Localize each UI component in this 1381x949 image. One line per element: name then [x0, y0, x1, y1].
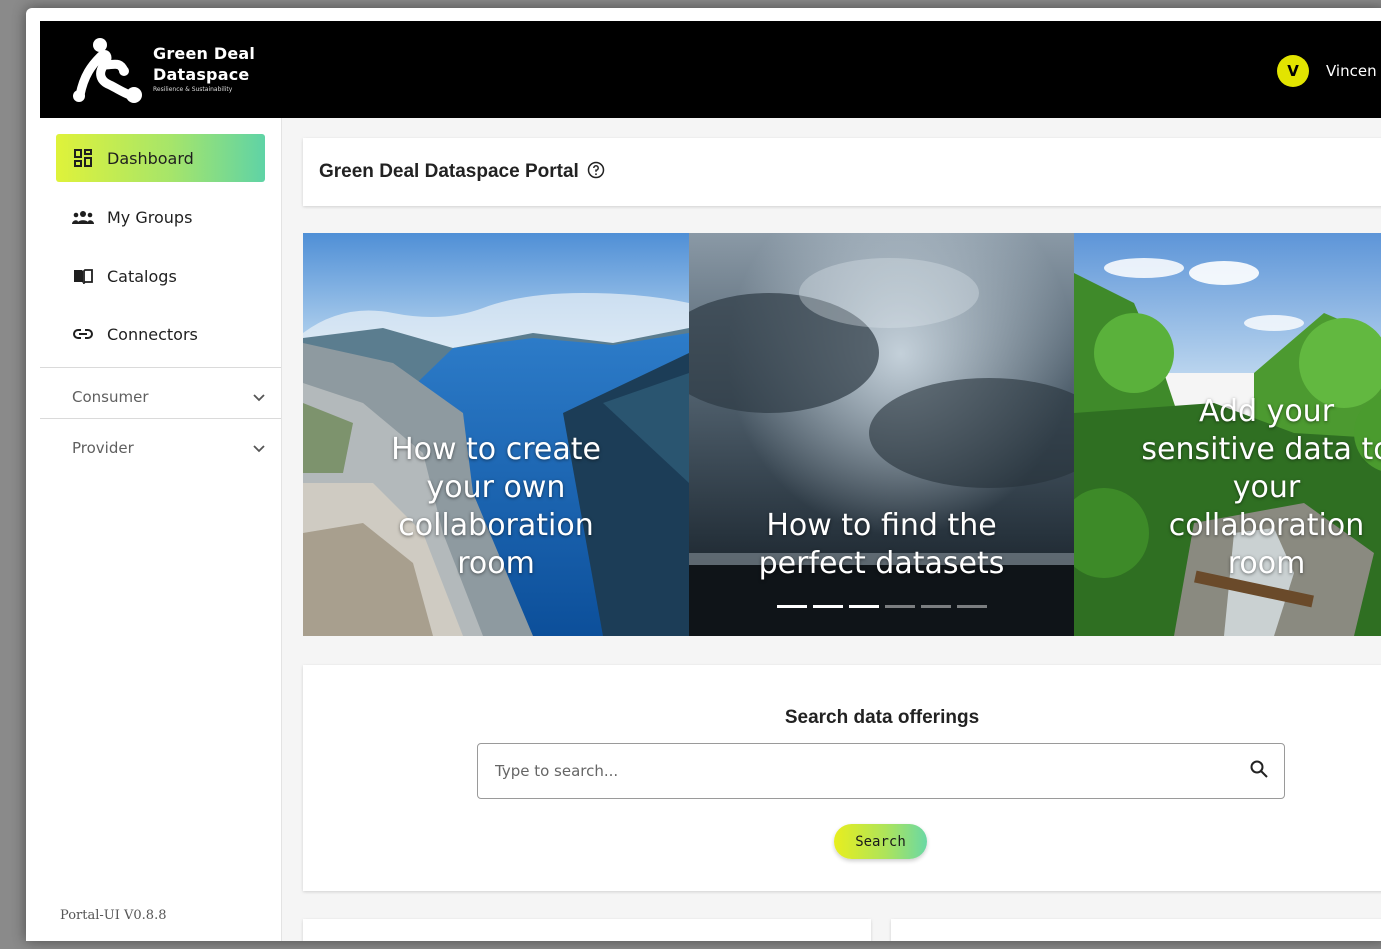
- avatar[interactable]: V: [1277, 55, 1309, 87]
- dashboard-icon: [72, 147, 94, 169]
- sidebar-section-consumer[interactable]: Consumer: [40, 373, 281, 421]
- caption-line: How to create: [391, 432, 601, 467]
- brand-tagline: Resilience & Sustainability: [153, 86, 233, 93]
- sidebar: Dashboard My Groups Catalogs Connectors …: [40, 118, 282, 941]
- carousel-indicators: [777, 605, 993, 608]
- brand-line-1: Green Deal: [153, 44, 256, 63]
- caption-line: your own: [426, 470, 566, 505]
- chevron-down-icon: [253, 439, 265, 457]
- section-label: Consumer: [72, 388, 149, 406]
- top-app-bar: Green Deal Dataspace Resilience & Sustai…: [40, 21, 1381, 118]
- carousel-indicator[interactable]: [849, 605, 879, 608]
- caption-line: your: [1232, 470, 1301, 505]
- sidebar-divider: [40, 367, 281, 368]
- main-content: Green Deal Dataspace Portal How to creat…: [282, 118, 1381, 941]
- sidebar-item-label: My Groups: [107, 207, 193, 227]
- browser-window: Green Deal Dataspace Resilience & Sustai…: [26, 8, 1381, 941]
- search-icon[interactable]: [1250, 760, 1268, 782]
- sidebar-item-my-groups[interactable]: My Groups: [56, 193, 265, 241]
- sidebar-divider: [40, 418, 281, 419]
- chevron-down-icon: [253, 388, 265, 406]
- sidebar-item-catalogs[interactable]: Catalogs: [56, 252, 265, 300]
- caption-line: collaboration: [398, 508, 594, 543]
- carousel-indicator[interactable]: [777, 605, 807, 608]
- carousel-slide-find-datasets[interactable]: How to find the perfect datasets: [689, 233, 1074, 636]
- carousel-indicator[interactable]: [957, 605, 987, 608]
- search-input[interactable]: [493, 761, 1250, 781]
- carousel-slide-collaboration-room[interactable]: How to create your own collaboration roo…: [303, 233, 689, 636]
- caption-line: room: [1227, 546, 1306, 581]
- dashboard-card-right: [891, 919, 1381, 941]
- brand-name: Green Deal Dataspace Resilience & Sustai…: [153, 43, 255, 94]
- sidebar-item-dashboard[interactable]: Dashboard: [56, 134, 265, 182]
- groups-icon: [72, 206, 94, 228]
- caption-line: How to find the: [766, 508, 997, 543]
- link-icon: [72, 323, 94, 345]
- help-circle-icon[interactable]: [587, 161, 605, 183]
- slide-caption: Add your sensitive data to your collabor…: [1074, 393, 1381, 583]
- sidebar-section-provider[interactable]: Provider: [40, 424, 281, 472]
- green-deal-logo[interactable]: [70, 35, 144, 107]
- carousel-indicator[interactable]: [813, 605, 843, 608]
- sidebar-item-connectors[interactable]: Connectors: [56, 310, 265, 358]
- user-menu[interactable]: V Vincen: [1277, 55, 1377, 87]
- sidebar-item-label: Dashboard: [107, 148, 194, 168]
- caption-line: perfect datasets: [758, 546, 1005, 581]
- sidebar-item-label: Connectors: [107, 324, 198, 344]
- search-card: Search data offerings Search: [303, 665, 1381, 891]
- dashboard-card-left: [303, 919, 871, 941]
- section-label: Provider: [72, 439, 134, 457]
- carousel-slide-sensitive-data[interactable]: Add your sensitive data to your collabor…: [1074, 233, 1381, 636]
- slide-caption: How to find the perfect datasets: [689, 507, 1074, 583]
- caption-line: room: [457, 546, 535, 581]
- slide-caption: How to create your own collaboration roo…: [303, 431, 689, 583]
- search-title: Search data offerings: [784, 707, 980, 728]
- carousel-indicator[interactable]: [921, 605, 951, 608]
- search-field[interactable]: [477, 743, 1285, 799]
- search-button[interactable]: Search: [834, 824, 927, 859]
- brand-line-2: Dataspace: [153, 65, 250, 84]
- sidebar-item-label: Catalogs: [107, 266, 177, 286]
- page-title-card: Green Deal Dataspace Portal: [303, 138, 1381, 206]
- caption-line: sensitive data to: [1141, 432, 1381, 467]
- carousel-indicator[interactable]: [885, 605, 915, 608]
- user-name[interactable]: Vincen: [1326, 62, 1377, 80]
- page-title: Green Deal Dataspace Portal: [319, 161, 579, 182]
- book-icon: [72, 265, 94, 287]
- caption-line: collaboration: [1168, 508, 1365, 543]
- carousel[interactable]: How to create your own collaboration roo…: [303, 233, 1381, 636]
- app-version: Portal-UI V0.8.8: [60, 908, 167, 923]
- caption-line: Add your: [1198, 394, 1335, 429]
